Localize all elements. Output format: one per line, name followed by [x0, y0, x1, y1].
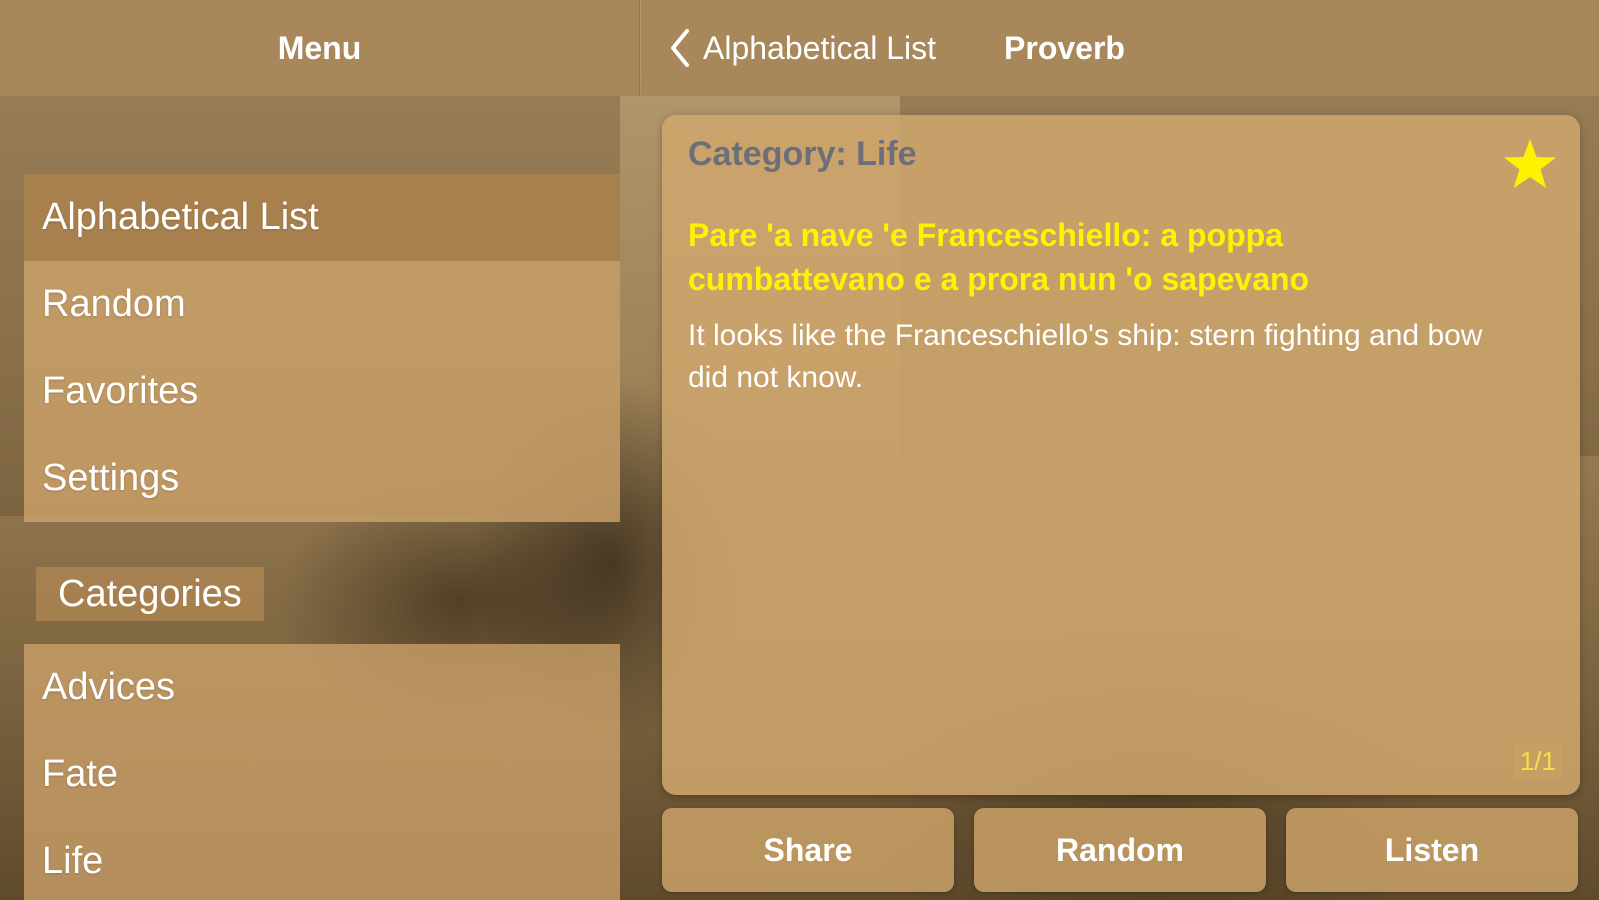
menu-item-label: Random [42, 283, 186, 325]
menu-item-fate[interactable]: Fate [24, 731, 620, 818]
categories-menu: Advices Fate Life [24, 644, 620, 900]
back-button[interactable]: Alphabetical List [669, 28, 936, 68]
proverb-card: Category: Life Pare 'a nave 'e Francesch… [662, 115, 1580, 795]
random-button[interactable]: Random [974, 808, 1266, 892]
proverb-header: Alphabetical List Proverb [641, 0, 1599, 96]
category-label: Category: Life [688, 135, 917, 173]
menu-title: Menu [277, 29, 362, 66]
menu-item-label: Alphabetical List [42, 196, 319, 238]
listen-button-label: Listen [1384, 831, 1480, 868]
share-button[interactable]: Share [662, 808, 954, 892]
menu-item-advices[interactable]: Advices [24, 644, 620, 731]
menu-item-settings[interactable]: Settings [24, 435, 620, 522]
chevron-left-icon [671, 29, 689, 67]
star-icon[interactable] [1502, 137, 1558, 191]
main-menu: Alphabetical List Random Favorites Setti… [24, 174, 620, 522]
share-button-label: Share [763, 831, 853, 868]
page-title: Proverb [1004, 29, 1125, 66]
translation-text: It looks like the Franceschiello's ship:… [688, 319, 1483, 394]
menu-item-random[interactable]: Random [24, 261, 620, 348]
menu-item-favorites[interactable]: Favorites [24, 348, 620, 435]
menu-header: Menu [0, 0, 640, 96]
page-indicator: 1/1 [1513, 744, 1562, 779]
back-button-label: Alphabetical List [703, 29, 937, 66]
categories-section-label: Categories [36, 567, 264, 621]
menu-item-label: Favorites [42, 370, 199, 412]
menu-item-label: Advices [42, 666, 176, 708]
menu-item-alphabetical-list[interactable]: Alphabetical List [24, 174, 620, 261]
random-button-label: Random [1056, 831, 1184, 868]
menu-item-label: Life [42, 840, 104, 882]
menu-item-label: Fate [42, 753, 119, 795]
menu-item-life[interactable]: Life [24, 818, 620, 900]
menu-item-label: Settings [42, 457, 180, 499]
listen-button[interactable]: Listen [1286, 808, 1578, 892]
proverb-text: Pare 'a nave 'e Franceschiello: a poppa … [688, 217, 1310, 297]
